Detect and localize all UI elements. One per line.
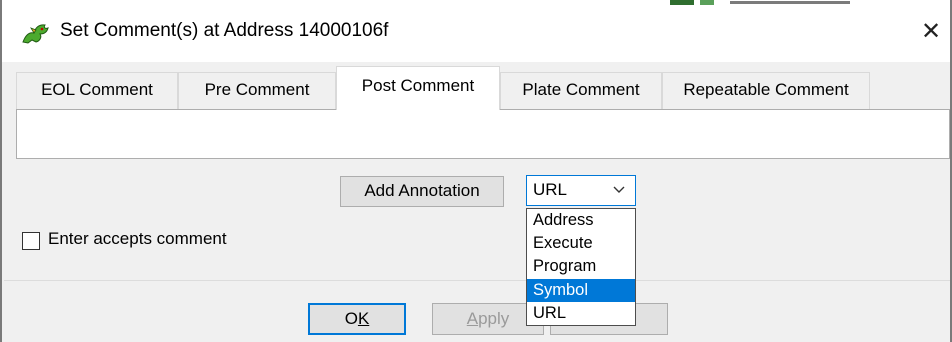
annotation-type-value: URL	[533, 180, 568, 199]
dragon-icon	[22, 24, 49, 44]
ok-button[interactable]: OK	[308, 303, 406, 335]
comment-text-area[interactable]	[16, 109, 950, 159]
tab-pre-comment[interactable]: Pre Comment	[178, 72, 336, 109]
title-bar: Set Comment(s) at Address 14000106f ✕	[2, 0, 950, 62]
window-title: Set Comment(s) at Address 14000106f	[60, 20, 389, 41]
option-address[interactable]: Address	[527, 209, 635, 232]
enter-accepts-label: Enter accepts comment	[48, 229, 227, 248]
tab-plate-comment[interactable]: Plate Comment	[500, 72, 662, 109]
option-symbol[interactable]: Symbol	[527, 278, 635, 302]
annotation-type-select[interactable]: URL	[526, 175, 636, 206]
close-button[interactable]: ✕	[914, 14, 948, 50]
option-url[interactable]: URL	[527, 302, 635, 325]
option-program[interactable]: Program	[527, 255, 635, 278]
chevron-down-icon	[613, 186, 625, 193]
dialog-client-area: EOL Comment Pre Comment Post Comment Pla…	[2, 62, 950, 342]
ok-label-mnemonic: K	[357, 309, 370, 328]
tab-eol-comment[interactable]: EOL Comment	[16, 72, 178, 109]
tab-post-comment[interactable]: Post Comment	[336, 66, 500, 110]
footer-separator	[4, 280, 950, 281]
background-window-edge	[670, 0, 850, 5]
enter-accepts-checkbox[interactable]	[22, 232, 40, 250]
apply-label-rest: pply	[478, 309, 510, 328]
option-execute[interactable]: Execute	[527, 232, 635, 255]
annotation-type-dropdown-list: Address Execute Program Symbol URL	[526, 208, 636, 326]
apply-label-mnemonic: A	[466, 309, 479, 328]
tab-repeatable-comment[interactable]: Repeatable Comment	[662, 72, 870, 109]
add-annotation-button[interactable]: Add Annotation	[340, 176, 504, 207]
ok-label-prefix: O	[344, 309, 358, 328]
